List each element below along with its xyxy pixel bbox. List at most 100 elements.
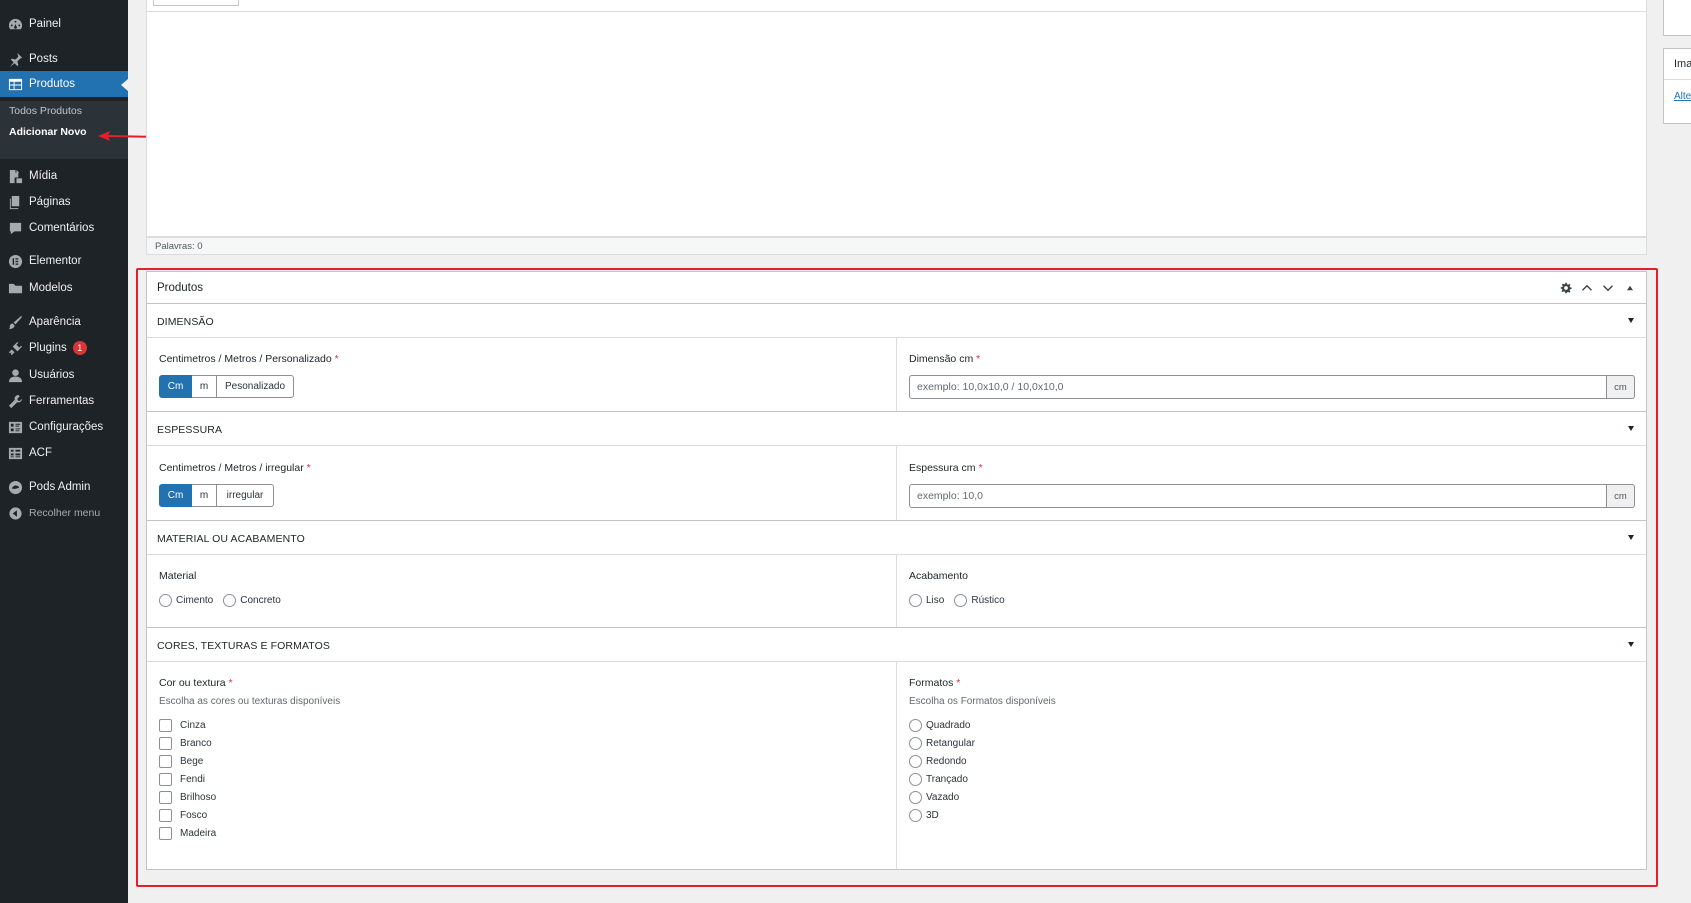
checkbox-option[interactable]: Brilhoso	[159, 788, 216, 806]
caret-down-icon	[1628, 642, 1634, 647]
unit-append: cm	[1607, 375, 1635, 399]
cor-checkbox-list: Cinza Branco Bege Fendi Brilhoso Fosco M…	[159, 716, 216, 842]
unit-button-group: Cm m irregular	[159, 484, 274, 507]
radio-option[interactable]: Concreto	[223, 594, 281, 607]
radio-option[interactable]: Redondo	[909, 752, 975, 770]
menu-item-usuarios[interactable]: Usuários	[0, 362, 128, 388]
menu-item-acf[interactable]: ACF	[0, 440, 128, 466]
menu-item-ferramentas[interactable]: Ferramentas	[0, 388, 128, 414]
radio-option[interactable]: 3D	[909, 806, 975, 824]
accordion-espessura[interactable]: ESPESSURA	[147, 412, 1646, 446]
menu-item-comentarios[interactable]: Comentários	[0, 215, 128, 241]
radio-circle	[954, 594, 968, 607]
checkbox-option[interactable]: Fosco	[159, 806, 216, 824]
menu-item-configuracoes[interactable]: Configurações	[0, 414, 128, 440]
menu-item-modelos[interactable]: Modelos	[0, 275, 128, 301]
checkbox-option[interactable]: Bege	[159, 752, 216, 770]
formato-radio-list: Quadrado Retangular Redondo Trançado Vaz…	[909, 716, 975, 824]
menu-label: Pods Admin	[29, 481, 91, 493]
collapse-menu-button[interactable]: Recolher menu	[0, 500, 128, 526]
espessura-field: cm	[909, 484, 1635, 508]
menu-label: Usuários	[29, 369, 75, 381]
accordion-dimensao[interactable]: DIMENSÃO	[147, 304, 1646, 338]
field-label: Formatos *	[909, 677, 961, 689]
radio-option[interactable]: Vazado	[909, 788, 975, 806]
menu-item-elementor[interactable]: Elementor	[0, 248, 128, 274]
accordion-cores[interactable]: CORES, TEXTURAS E FORMATOS	[147, 628, 1646, 662]
accordion-title: MATERIAL OU ACABAMENTO	[157, 533, 305, 545]
checkbox-option[interactable]: Cinza	[159, 716, 216, 734]
dashboard-icon	[7, 16, 23, 32]
radio-option[interactable]: Cimento	[159, 594, 213, 607]
menu-item-posts[interactable]: Posts	[0, 46, 128, 72]
chevron-down-icon[interactable]	[1600, 280, 1616, 296]
field-label: Cor ou textura *	[159, 677, 233, 689]
menu-label: Comentários	[29, 222, 95, 234]
menu-item-midia[interactable]: Mídia	[0, 163, 128, 189]
update-count-badge: 1	[72, 341, 87, 355]
chevron-up-icon[interactable]	[1579, 280, 1595, 296]
field-label: Centimetros / Metros / irregular *	[159, 462, 311, 474]
caret-down-icon	[1628, 426, 1634, 431]
field-label: Espessura cm *	[909, 462, 983, 474]
radio-option[interactable]: Quadrado	[909, 716, 975, 734]
collapse-toggle-icon[interactable]	[1622, 280, 1638, 296]
field-description: Escolha os Formatos disponíveis	[909, 696, 1056, 707]
metabox-title: Produtos	[157, 282, 204, 294]
option-irregular-button[interactable]: irregular	[217, 484, 274, 507]
submenu-adicionar-novo[interactable]: Adicionar Novo	[9, 126, 87, 138]
panel-link[interactable]: Alte	[1674, 91, 1691, 102]
accordion-body-cores: Cor ou textura * Escolha as cores ou tex…	[147, 662, 1646, 870]
field-label: Centimetros / Metros / Personalizado *	[159, 353, 339, 365]
radio-circle	[909, 808, 922, 822]
menu-label: Recolher menu	[29, 507, 101, 519]
pin-icon	[7, 51, 23, 67]
radio-option[interactable]: Retangular	[909, 734, 975, 752]
option-cm-button[interactable]: Cm	[159, 484, 192, 507]
option-personalizado-button[interactable]: Pesonalizado	[217, 375, 294, 398]
menu-item-plugins[interactable]: Plugins 1	[0, 335, 128, 361]
checkbox-option[interactable]: Madeira	[159, 824, 216, 842]
menu-item-aparencia[interactable]: Aparência	[0, 309, 128, 335]
option-cm-button[interactable]: Cm	[159, 375, 192, 398]
settings-icon	[7, 419, 23, 435]
menu-item-paginas[interactable]: Páginas	[0, 189, 128, 215]
radio-circle	[909, 718, 922, 732]
accordion-body-espessura: Centimetros / Metros / irregular * Cm m …	[147, 446, 1646, 521]
editor-toolbar-strip	[146, 0, 1647, 12]
menu-item-produtos[interactable]: Produtos	[0, 71, 128, 97]
espessura-input[interactable]	[909, 484, 1607, 508]
menu-item-painel[interactable]: Painel	[0, 11, 128, 37]
radio-circle	[909, 790, 922, 804]
submenu-todos-produtos[interactable]: Todos Produtos	[9, 105, 82, 117]
radio-circle	[223, 594, 237, 607]
dimensao-input[interactable]	[909, 375, 1607, 399]
menu-label: Configurações	[29, 421, 104, 433]
acabamento-radio-group: Liso Rústico	[909, 594, 1015, 607]
media-icon	[7, 168, 23, 184]
user-icon	[7, 367, 23, 383]
featured-image-panel: Ima Alte	[1663, 48, 1691, 124]
divider	[1664, 79, 1691, 80]
dimensao-field: cm	[909, 375, 1635, 399]
radio-circle	[159, 594, 172, 607]
editor-tab[interactable]	[153, 0, 239, 6]
menu-label: Ferramentas	[29, 395, 95, 407]
radio-option[interactable]: Rústico	[954, 594, 1005, 607]
option-m-button[interactable]: m	[192, 375, 217, 398]
menu-label: ACF	[29, 447, 52, 459]
option-m-button[interactable]: m	[192, 484, 217, 507]
field-label: Material	[159, 570, 197, 582]
checkbox-option[interactable]: Fendi	[159, 770, 216, 788]
radio-circle	[909, 754, 922, 768]
radio-option[interactable]: Trançado	[909, 770, 975, 788]
gear-icon[interactable]	[1558, 280, 1574, 296]
accordion-material[interactable]: MATERIAL OU ACABAMENTO	[147, 521, 1646, 555]
radio-option[interactable]: Liso	[909, 594, 944, 607]
menu-label: Painel	[29, 18, 61, 30]
menu-item-pods-admin[interactable]: Pods Admin	[0, 474, 128, 500]
plugin-icon	[7, 340, 23, 356]
content-editor[interactable]	[146, 12, 1647, 237]
unit-append: cm	[1607, 484, 1635, 508]
checkbox-option[interactable]: Branco	[159, 734, 216, 752]
